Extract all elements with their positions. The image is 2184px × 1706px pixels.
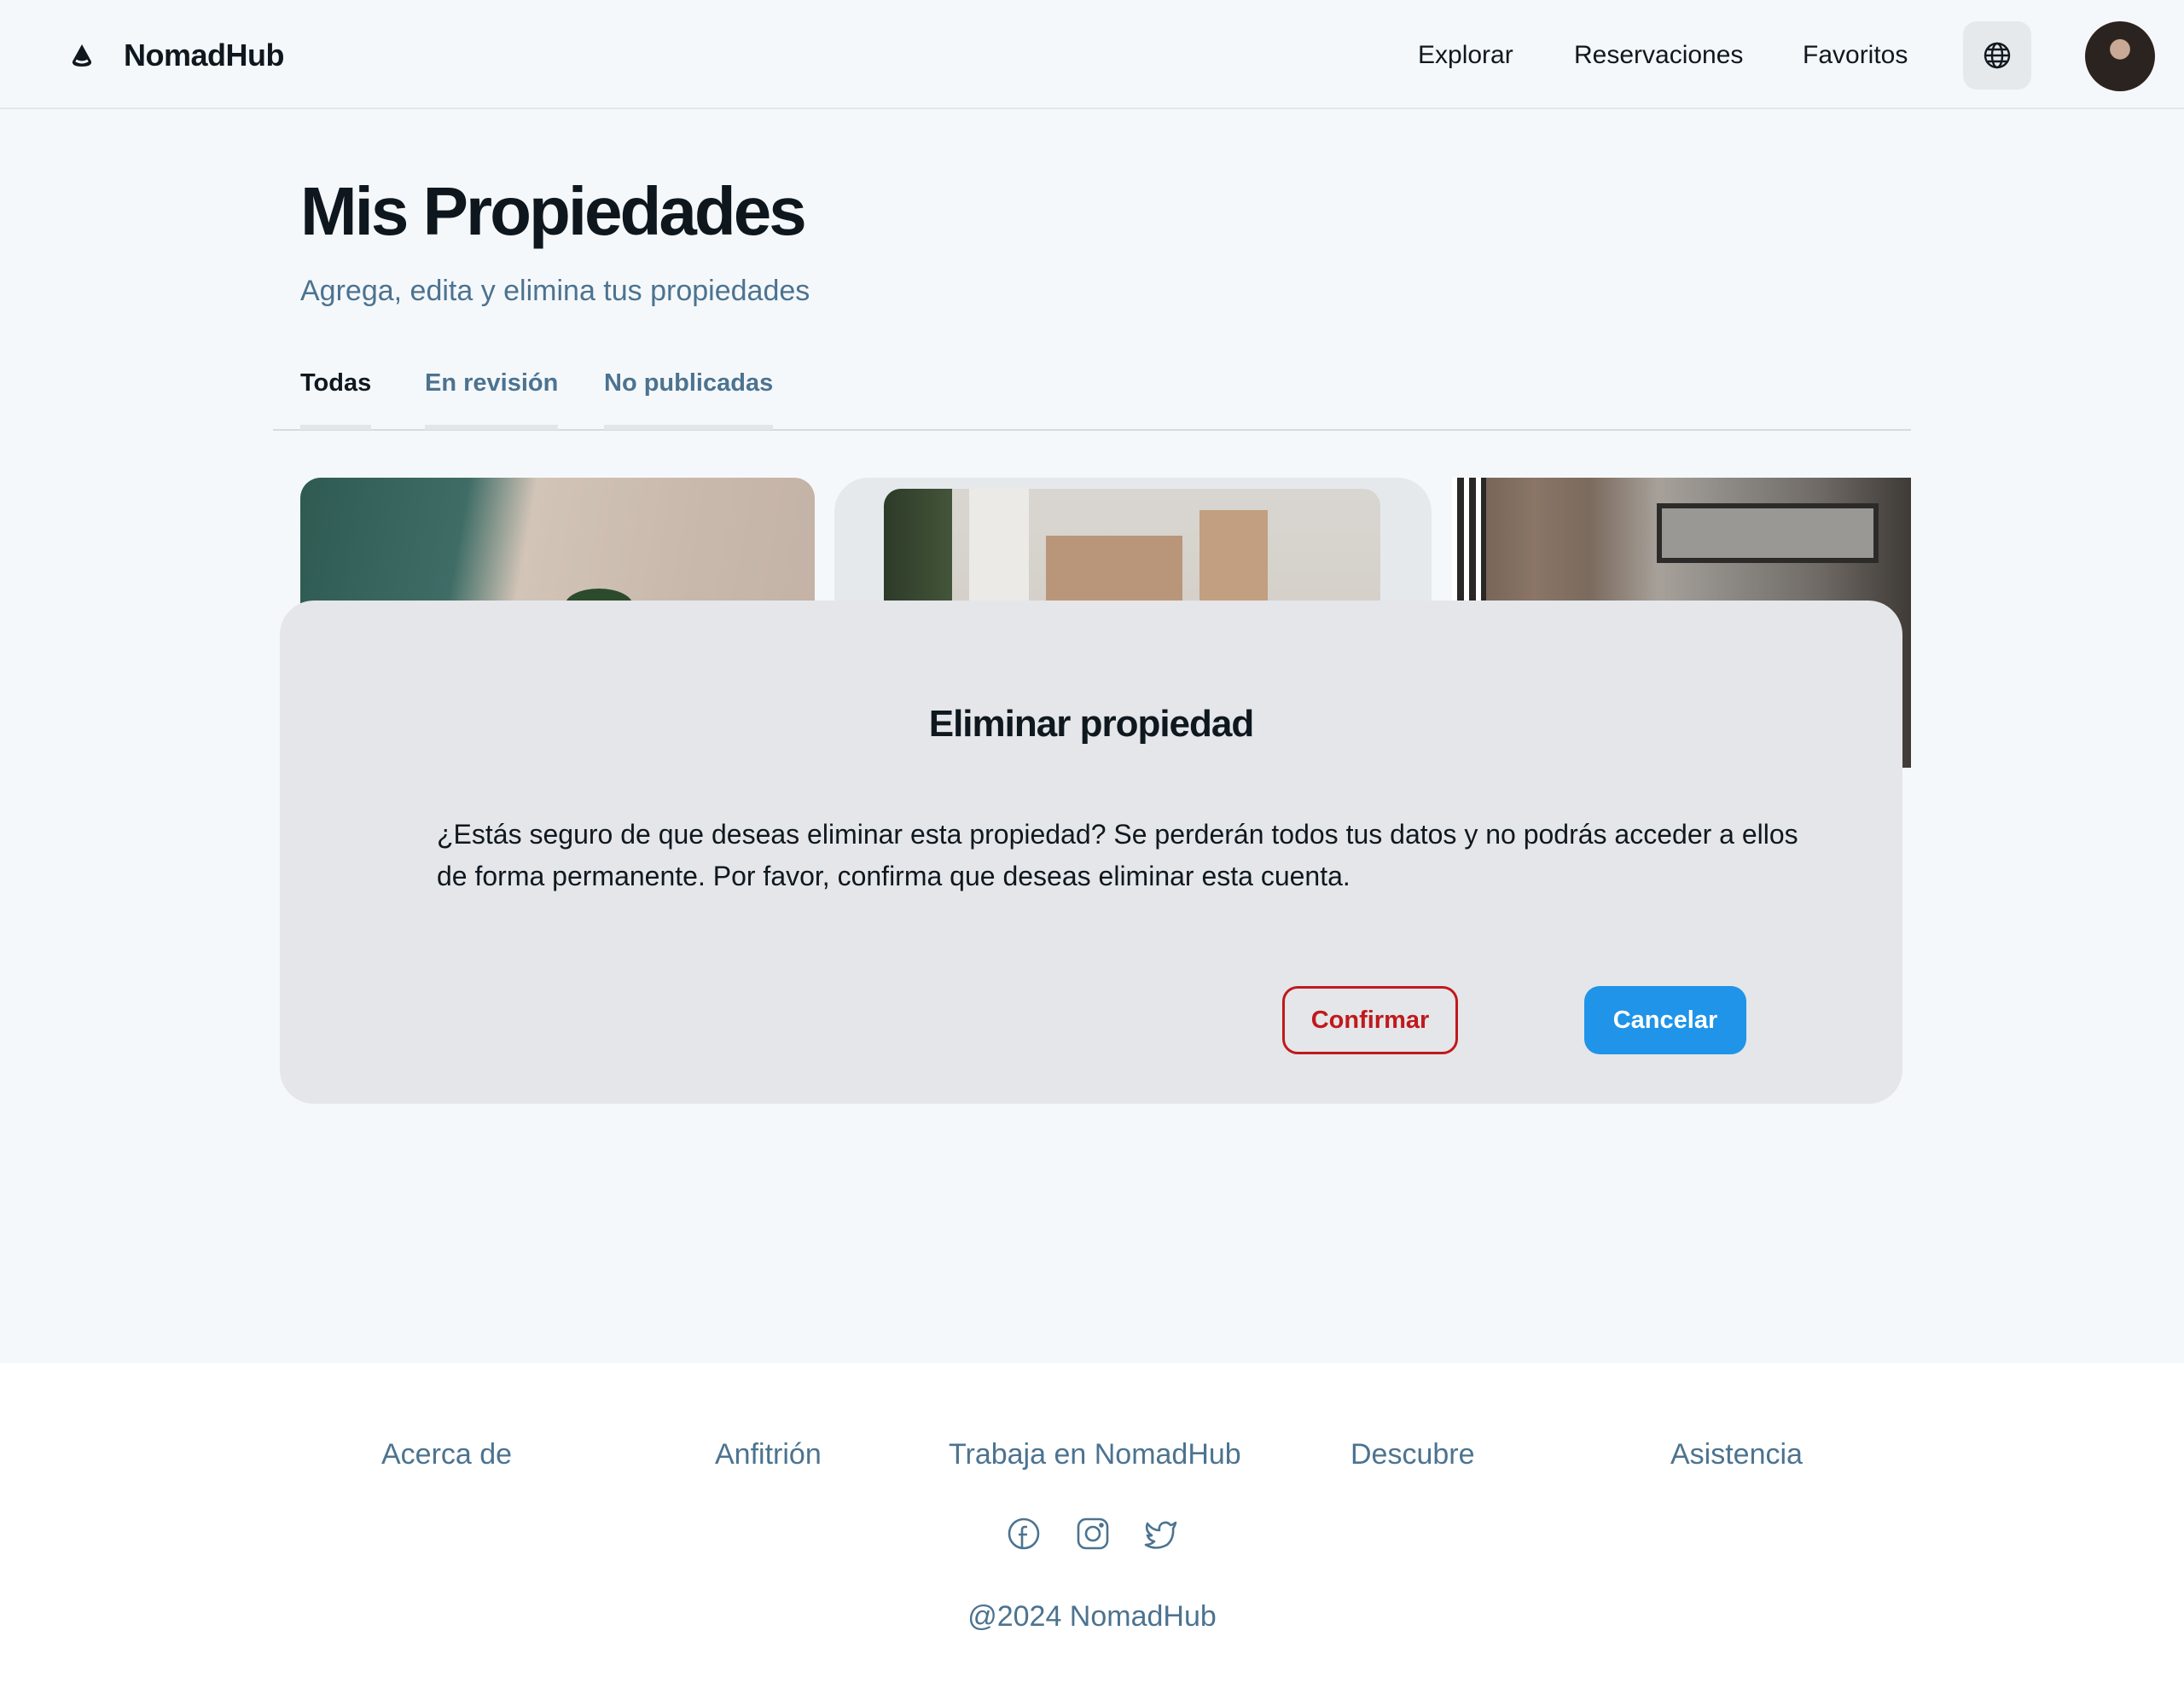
copyright-text: @2024 NomadHub xyxy=(967,1600,1217,1633)
modal-message: ¿Estás seguro de que deseas eliminar est… xyxy=(437,819,1798,891)
delete-property-modal: Eliminar propiedad ¿Estás seguro de que … xyxy=(280,601,1902,1104)
cancel-button[interactable]: Cancelar xyxy=(1584,986,1746,1054)
facebook-icon[interactable] xyxy=(1007,1517,1041,1551)
modal-title: Eliminar propiedad xyxy=(928,703,1255,745)
top-navbar: NomadHub Explorar Reservaciones Favorito… xyxy=(0,0,2184,109)
page-footer: Acerca de Anfitrión Trabaja en NomadHub … xyxy=(0,1363,2184,1706)
footer-link-asistencia[interactable]: Asistencia xyxy=(1670,1438,1803,1471)
nav-explorar[interactable]: Explorar xyxy=(1418,41,1513,70)
nav-favoritos[interactable]: Favoritos xyxy=(1803,41,1908,70)
brand-name[interactable]: NomadHub xyxy=(124,38,285,73)
nav-reservaciones[interactable]: Reservaciones xyxy=(1574,41,1743,70)
page-subtitle: Agrega, edita y elimina tus propiedades xyxy=(300,275,810,307)
logo-drop-icon[interactable] xyxy=(68,43,96,68)
footer-link-acerca[interactable]: Acerca de xyxy=(381,1438,512,1471)
user-avatar[interactable] xyxy=(2085,21,2155,91)
confirm-button[interactable]: Confirmar xyxy=(1282,986,1458,1054)
twitter-icon[interactable] xyxy=(1144,1517,1178,1551)
instagram-icon[interactable] xyxy=(1076,1517,1110,1551)
tab-en-revision[interactable]: En revisión xyxy=(425,369,559,430)
footer-link-descubre[interactable]: Descubre xyxy=(1350,1438,1475,1471)
globe-icon xyxy=(1984,42,2011,69)
tab-todas[interactable]: Todas xyxy=(300,369,372,430)
tab-no-publicadas[interactable]: No publicadas xyxy=(604,369,774,430)
footer-link-anfitrion[interactable]: Anfitrión xyxy=(715,1438,822,1471)
language-button[interactable] xyxy=(1963,21,2031,90)
footer-link-trabaja[interactable]: Trabaja en NomadHub xyxy=(949,1438,1241,1471)
page-title: Mis Propiedades xyxy=(300,173,807,249)
property-tabs: Todas En revisión No publicadas xyxy=(273,363,1911,431)
